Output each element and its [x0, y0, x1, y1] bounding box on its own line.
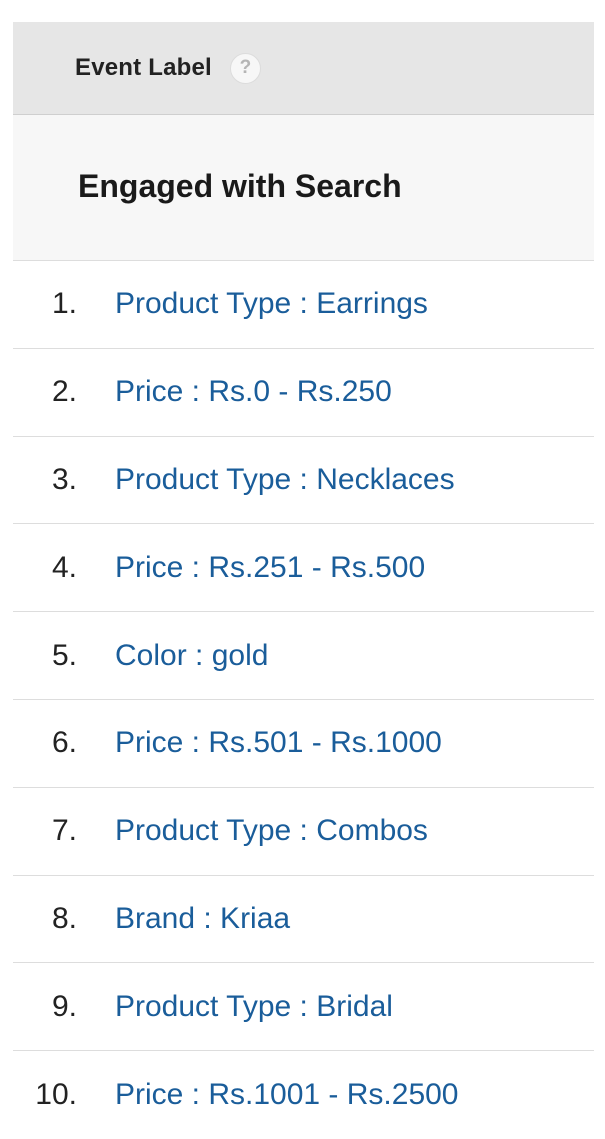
- row-label-link[interactable]: Product Type : Necklaces: [115, 463, 455, 497]
- row-index: 6.: [51, 726, 77, 760]
- table-row: 8. Brand : Kriaa: [13, 876, 594, 964]
- rows-list: 1. Product Type : Earrings 2. Price : Rs…: [13, 261, 594, 1139]
- row-label-link[interactable]: Brand : Kriaa: [115, 902, 290, 936]
- row-label-link[interactable]: Price : Rs.251 - Rs.500: [115, 551, 425, 585]
- column-header-label[interactable]: Event Label: [75, 54, 212, 82]
- help-icon[interactable]: ?: [229, 52, 261, 84]
- table-row: 5. Color : gold: [13, 612, 594, 700]
- row-label-link[interactable]: Color : gold: [115, 639, 268, 673]
- table-row: 9. Product Type : Bridal: [13, 963, 594, 1052]
- row-index: 5.: [51, 638, 77, 672]
- event-label-table: Event Label ? Engaged with Search 1. Pro…: [13, 22, 594, 1139]
- table-row: 3. Product Type : Necklaces: [13, 437, 594, 525]
- row-index: 7.: [51, 814, 77, 848]
- row-index: 10.: [35, 1078, 77, 1112]
- group-header: Engaged with Search: [13, 115, 594, 261]
- row-index: 4.: [51, 550, 77, 584]
- table-row: 10. Price : Rs.1001 - Rs.2500: [13, 1051, 594, 1139]
- group-title: Engaged with Search: [78, 168, 402, 204]
- table-row: 1. Product Type : Earrings: [13, 261, 594, 349]
- row-label-link[interactable]: Product Type : Earrings: [115, 287, 428, 321]
- row-index: 9.: [51, 989, 77, 1023]
- table-row: 2. Price : Rs.0 - Rs.250: [13, 349, 594, 437]
- row-index: 8.: [51, 901, 77, 935]
- row-label-link[interactable]: Price : Rs.1001 - Rs.2500: [115, 1078, 459, 1112]
- table-row: 7. Product Type : Combos: [13, 788, 594, 876]
- row-label-link[interactable]: Price : Rs.0 - Rs.250: [115, 375, 392, 409]
- table-row: 6. Price : Rs.501 - Rs.1000: [13, 700, 594, 788]
- row-label-link[interactable]: Product Type : Combos: [115, 814, 428, 848]
- row-label-link[interactable]: Price : Rs.501 - Rs.1000: [115, 726, 442, 760]
- column-header: Event Label ?: [13, 22, 594, 115]
- row-label-link[interactable]: Product Type : Bridal: [115, 990, 393, 1024]
- row-index: 2.: [51, 375, 77, 409]
- row-index: 1.: [51, 287, 77, 321]
- table-row: 4. Price : Rs.251 - Rs.500: [13, 524, 594, 613]
- row-index: 3.: [51, 462, 77, 496]
